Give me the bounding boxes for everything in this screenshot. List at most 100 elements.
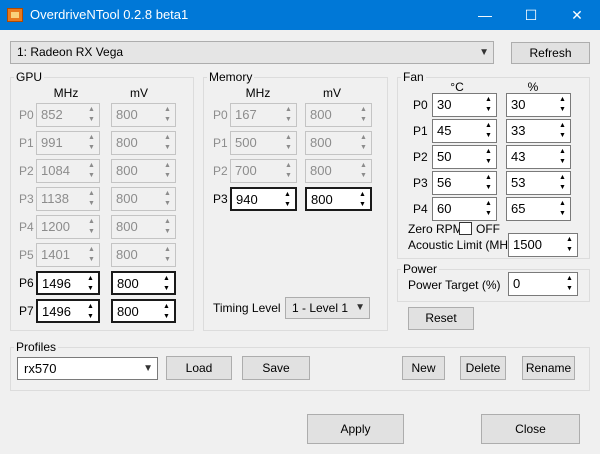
fan-pct-spinner[interactable]: 43 ▲ ▼ [506, 145, 571, 169]
zero-rpm-checkbox[interactable] [459, 222, 472, 235]
profile-select[interactable]: rx570 ▼ [17, 357, 158, 380]
gpu-mhz-spinner[interactable]: 1496 ▲ ▼ [36, 299, 100, 323]
memory-mhz-spinner-value: 700 [235, 163, 257, 178]
fan-pct-spinner[interactable]: 53 ▲ ▼ [506, 171, 571, 195]
fan-pct-header: % [527, 80, 539, 94]
gpu-mhz-spinner[interactable]: 1496 ▲ ▼ [36, 271, 100, 295]
fan-pct-spinner[interactable]: 65 ▲ ▼ [506, 197, 571, 221]
spin-up-icon[interactable]: ▲ [482, 199, 495, 208]
spin-down-icon[interactable]: ▼ [482, 183, 495, 192]
spin-down-icon[interactable]: ▼ [281, 200, 294, 209]
refresh-button[interactable]: Refresh [511, 42, 590, 64]
spin-up-icon: ▲ [360, 162, 367, 169]
memory-mv-spinner-value: 800 [311, 192, 333, 207]
load-profile-button[interactable]: Load [166, 356, 232, 380]
save-profile-button[interactable]: Save [242, 356, 310, 380]
spin-up-icon[interactable]: ▲ [563, 274, 576, 283]
spin-up-icon[interactable]: ▲ [563, 235, 576, 244]
power-target-spinner[interactable]: 0 ▲ ▼ [508, 272, 578, 296]
spin-up-icon[interactable]: ▲ [556, 121, 569, 130]
acoustic-limit-spinner[interactable]: 1500 ▲ ▼ [508, 233, 578, 257]
close-button[interactable]: Close [481, 414, 580, 444]
apply-button[interactable]: Apply [307, 414, 404, 444]
rename-profile-button[interactable]: Rename [522, 356, 575, 380]
spin-up-icon[interactable]: ▲ [482, 173, 495, 182]
spin-up-icon[interactable]: ▲ [556, 173, 569, 182]
reset-button[interactable]: Reset [408, 307, 474, 330]
spin-up-icon[interactable]: ▲ [356, 190, 369, 199]
gpu-group-label: GPU [14, 70, 45, 84]
spin-down-icon[interactable]: ▼ [556, 209, 569, 218]
spin-down-icon[interactable]: ▼ [556, 157, 569, 166]
gpu-mhz-spinner-value: 1084 [41, 163, 70, 178]
spin-down-icon[interactable]: ▼ [563, 284, 576, 293]
close-window-button[interactable]: ✕ [554, 0, 600, 30]
memory-mhz-spinner[interactable]: 940 ▲ ▼ [230, 187, 297, 211]
fan-temp-spinner[interactable]: 45 ▲ ▼ [432, 119, 497, 143]
gpu-mv-spinner-value: 800 [117, 304, 139, 319]
spin-down-icon[interactable]: ▼ [482, 105, 495, 114]
fan-temp-spinner[interactable]: 60 ▲ ▼ [432, 197, 497, 221]
minimize-button[interactable]: — [462, 0, 508, 30]
fan-pct-spinner[interactable]: 30 ▲ ▼ [506, 93, 571, 117]
spin-up-icon[interactable]: ▲ [84, 274, 97, 283]
memory-mhz-spinner-value: 940 [236, 192, 258, 207]
timing-level-select[interactable]: 1 - Level 1 ▼ [285, 297, 370, 319]
spin-up-icon[interactable]: ▲ [482, 147, 495, 156]
spin-up-icon[interactable]: ▲ [482, 121, 495, 130]
spin-up-icon[interactable]: ▲ [556, 147, 569, 156]
fan-temp-spinner-value: 50 [437, 149, 452, 164]
gpu-mv-header: mV [130, 86, 148, 100]
spin-down-icon: ▼ [360, 116, 367, 123]
fan-temp-spinner[interactable]: 50 ▲ ▼ [432, 145, 497, 169]
spin-down-icon[interactable]: ▼ [160, 312, 173, 321]
gpu-mhz-spinner-value: 1401 [41, 247, 70, 262]
fan-pct-spinner-value: 43 [511, 149, 526, 164]
delete-profile-button[interactable]: Delete [460, 356, 506, 380]
spin-down-icon[interactable]: ▼ [84, 284, 97, 293]
memory-mv-spinner[interactable]: 800 ▲ ▼ [305, 187, 372, 211]
spin-down-icon[interactable]: ▼ [160, 284, 173, 293]
spin-down-icon[interactable]: ▼ [563, 245, 576, 254]
spin-up-icon[interactable]: ▲ [556, 199, 569, 208]
fan-temp-spinner[interactable]: 30 ▲ ▼ [432, 93, 497, 117]
title-bar[interactable]: OverdriveNTool 0.2.8 beta1 — ☐ ✕ [0, 0, 600, 30]
spin-down-icon[interactable]: ▼ [482, 209, 495, 218]
spin-up-icon: ▲ [88, 162, 95, 169]
spin-down-icon[interactable]: ▼ [482, 131, 495, 140]
spin-down-icon[interactable]: ▼ [84, 312, 97, 321]
fan-temp-spinner[interactable]: 56 ▲ ▼ [432, 171, 497, 195]
new-profile-button[interactable]: New [402, 356, 445, 380]
power-target-label: Power Target (%) [408, 278, 501, 292]
power-target-value: 0 [513, 276, 521, 291]
gpu-mv-spinner: 800 ▲ ▼ [111, 159, 176, 183]
gpu-mv-spinner: 800 ▲ ▼ [111, 131, 176, 155]
gpu-mhz-spinner: 852 ▲ ▼ [36, 103, 100, 127]
maximize-button[interactable]: ☐ [508, 0, 554, 30]
spin-up-icon: ▲ [164, 162, 171, 169]
gpu-mv-spinner[interactable]: 800 ▲ ▼ [111, 271, 176, 295]
spin-down-icon[interactable]: ▼ [556, 105, 569, 114]
spin-down-icon[interactable]: ▼ [482, 157, 495, 166]
gpu-select[interactable]: 1: Radeon RX Vega ▼ [10, 41, 494, 64]
fan-pct-spinner[interactable]: 33 ▲ ▼ [506, 119, 571, 143]
gpu-mv-spinner: 800 ▲ ▼ [111, 187, 176, 211]
gpu-mv-spinner-value: 800 [117, 276, 139, 291]
spin-down-icon: ▼ [88, 256, 95, 263]
spin-up-icon[interactable]: ▲ [482, 95, 495, 104]
gpu-mv-spinner[interactable]: 800 ▲ ▼ [111, 299, 176, 323]
spin-up-icon[interactable]: ▲ [160, 302, 173, 311]
spin-down-icon[interactable]: ▼ [556, 131, 569, 140]
spin-down-icon[interactable]: ▼ [356, 200, 369, 209]
zero-rpm-label: Zero RPM [408, 222, 463, 236]
gpu-mhz-spinner-value: 1138 [41, 191, 69, 206]
spin-up-icon: ▲ [285, 162, 292, 169]
gpu-mhz-spinner-value: 1496 [42, 304, 71, 319]
spin-up-icon[interactable]: ▲ [281, 190, 294, 199]
gpu-mhz-spinner-value: 1200 [41, 219, 70, 234]
spin-up-icon[interactable]: ▲ [84, 302, 97, 311]
spin-down-icon[interactable]: ▼ [556, 183, 569, 192]
spin-up-icon[interactable]: ▲ [556, 95, 569, 104]
spin-up-icon[interactable]: ▲ [160, 274, 173, 283]
spin-down-icon: ▼ [360, 172, 367, 179]
